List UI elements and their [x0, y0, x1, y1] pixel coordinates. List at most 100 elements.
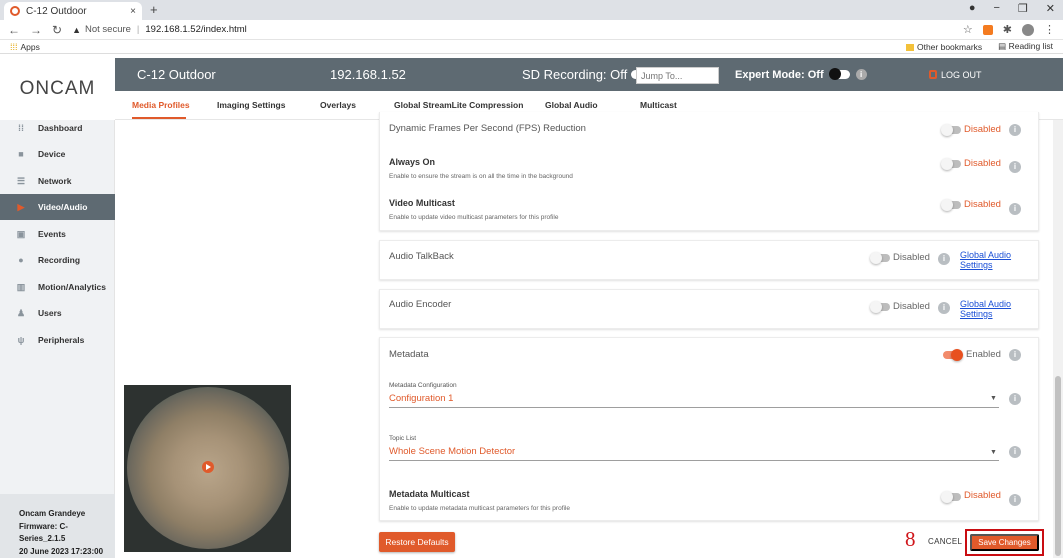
cancel-button[interactable]: CANCEL — [928, 537, 962, 546]
oncam-favicon-icon — [10, 6, 20, 16]
back-arrow-icon[interactable]: ← — [8, 23, 20, 37]
minimize-button[interactable]: − — [993, 2, 999, 15]
metadata-multicast-desc: Enable to update metadata multicast para… — [389, 505, 571, 512]
sidebar-item-device[interactable]: ■ Device — [0, 141, 115, 167]
puzzle-icon[interactable]: ✱ — [1003, 23, 1012, 36]
fps-reduction-info-icon[interactable]: i — [1009, 124, 1021, 136]
sidebar-item-video-audio[interactable]: ▶ Video/Audio — [0, 194, 115, 220]
metadata-state: Enabled — [966, 349, 1001, 360]
audio-talkback-info-icon[interactable]: i — [938, 253, 950, 265]
global-audio-settings-link[interactable]: Global Audio Settings — [960, 250, 1011, 270]
metadata-info-icon[interactable]: i — [1009, 349, 1021, 361]
global-audio-settings-link[interactable]: Global Audio Settings — [960, 299, 1011, 319]
annotation-number: 8 — [905, 527, 916, 551]
sidebar-item-users[interactable]: ♟ Users — [0, 300, 115, 326]
logout-icon — [929, 70, 937, 79]
sidebar-item-network[interactable]: ☰ Network — [0, 168, 115, 194]
logout-button[interactable]: LOG OUT — [929, 70, 982, 80]
metadata-toggle[interactable] — [943, 349, 963, 361]
kebab-menu-icon[interactable]: ⋮ — [1044, 23, 1055, 36]
always-on-desc: Enable to ensure the stream is on all th… — [389, 173, 573, 180]
expert-mode-switch[interactable] — [828, 68, 850, 80]
save-changes-button[interactable]: Save Changes — [970, 534, 1039, 551]
video-multicast-state: Disabled — [964, 199, 1001, 210]
reading-list[interactable]: ▤ Reading list — [998, 41, 1053, 52]
profile-dot-icon[interactable]: ● — [969, 2, 976, 15]
logo-text: ONCAM — [19, 78, 96, 99]
sd-recording-toggle[interactable]: SD Recording: Off — [522, 67, 641, 82]
video-multicast-info-icon[interactable]: i — [1009, 203, 1021, 215]
audio-talkback-toggle[interactable] — [870, 252, 890, 264]
camera-name: C-12 Outdoor — [137, 67, 216, 82]
tab-imaging-settings[interactable]: Imaging Settings — [217, 100, 285, 110]
chevron-down-icon[interactable]: ▼ — [990, 449, 997, 456]
url-separator: | — [136, 24, 140, 35]
page-scrollbar[interactable] — [1053, 120, 1063, 558]
tab-media-profiles[interactable]: Media Profiles — [132, 100, 190, 110]
sidebar-item-motion-analytics[interactable]: ▥ Motion/Analytics — [0, 274, 115, 300]
chevron-down-icon[interactable]: ▼ — [990, 395, 997, 402]
sidebar-item-label: Video/Audio — [38, 202, 88, 212]
browser-tab[interactable]: C-12 Outdoor × — [4, 2, 142, 20]
metadata-configuration-info-icon[interactable]: i — [1009, 393, 1021, 405]
expert-mode-info-icon[interactable]: i — [855, 69, 867, 80]
sidebar-item-dashboard[interactable]: ⁞⁞ Dashboard — [0, 115, 115, 141]
firmware-line-1: Firmware: C- — [19, 521, 68, 531]
fps-reduction-state: Disabled — [964, 124, 1001, 135]
active-tab-indicator — [132, 117, 186, 119]
topic-list-select[interactable]: Whole Scene Motion Detector — [389, 446, 515, 457]
topic-list-info-icon[interactable]: i — [1009, 446, 1021, 458]
apps-grid-icon[interactable]: ⁞⁞⁞ — [10, 42, 18, 52]
jump-to-input[interactable] — [636, 67, 719, 84]
metadata-configuration-select[interactable]: Configuration 1 — [389, 393, 453, 404]
video-multicast-title: Video Multicast — [389, 198, 455, 208]
select-underline — [389, 407, 999, 408]
extension-icon[interactable] — [982, 24, 993, 35]
browser-tab-bar: C-12 Outdoor × + ● − ❐ ✕ — [0, 0, 1063, 20]
device-model: Oncam Grandeye — [19, 509, 86, 518]
always-on-info-icon[interactable]: i — [1009, 161, 1021, 173]
fps-reduction-toggle[interactable] — [941, 124, 961, 136]
warning-icon: ▲ — [72, 24, 81, 35]
other-bookmarks[interactable]: Other bookmarks — [905, 41, 983, 52]
sidebar-item-events[interactable]: ▣ Events — [0, 221, 115, 247]
audio-encoder-info-icon[interactable]: i — [938, 302, 950, 314]
fps-reduction-title: Dynamic Frames Per Second (FPS) Reductio… — [389, 123, 586, 134]
other-bookmarks-label: Other bookmarks — [916, 41, 983, 52]
tab-global-streamlite-compression[interactable]: Global StreamLite Compression — [394, 100, 523, 110]
tab-overlays[interactable]: Overlays — [320, 100, 356, 110]
forward-arrow-icon[interactable]: → — [30, 23, 42, 37]
video-multicast-toggle[interactable] — [941, 199, 961, 211]
metadata-multicast-toggle[interactable] — [941, 491, 961, 503]
play-icon[interactable] — [202, 461, 214, 473]
oncam-logo: ONCAM — [0, 58, 115, 120]
camera-ip: 192.168.1.52 — [330, 67, 406, 82]
tab-close-icon[interactable]: × — [130, 6, 136, 17]
apps-bookmark[interactable]: Apps — [21, 42, 40, 52]
restore-window-button[interactable]: ❐ — [1018, 2, 1028, 15]
sidebar-item-recording[interactable]: ● Recording — [0, 247, 115, 273]
profile-avatar[interactable] — [1022, 23, 1034, 36]
reading-list-label: Reading list — [1008, 41, 1053, 51]
new-tab-button[interactable]: + — [150, 2, 158, 17]
reload-icon[interactable]: ↻ — [52, 23, 62, 37]
user-icon: ♟ — [16, 307, 26, 318]
camera-preview[interactable] — [124, 385, 291, 552]
tab-multicast[interactable]: Multicast — [640, 100, 677, 110]
app-header: C-12 Outdoor 192.168.1.52 SD Recording: … — [115, 58, 1063, 91]
metadata-multicast-info-icon[interactable]: i — [1009, 494, 1021, 506]
metadata-multicast-state: Disabled — [964, 490, 1001, 501]
tab-global-audio[interactable]: Global Audio — [545, 100, 598, 110]
expert-mode-toggle[interactable]: Expert Mode: Off i — [735, 68, 867, 81]
url-input[interactable]: ▲ Not secure | 192.168.1.52/index.html — [72, 22, 963, 38]
always-on-title: Always On — [389, 157, 436, 167]
sidebar-item-peripherals[interactable]: ψ Peripherals — [0, 327, 115, 353]
bookmark-star-icon[interactable]: ☆ — [963, 23, 973, 36]
always-on-toggle[interactable] — [941, 158, 961, 170]
url-text: 192.168.1.52/index.html — [145, 24, 247, 35]
close-window-button[interactable]: ✕ — [1046, 2, 1055, 15]
restore-defaults-button[interactable]: Restore Defaults — [379, 532, 455, 552]
device-datetime: 20 June 2023 17:23:00 — [19, 546, 104, 556]
scrollbar-thumb[interactable] — [1055, 376, 1061, 556]
audio-encoder-toggle[interactable] — [870, 301, 890, 313]
